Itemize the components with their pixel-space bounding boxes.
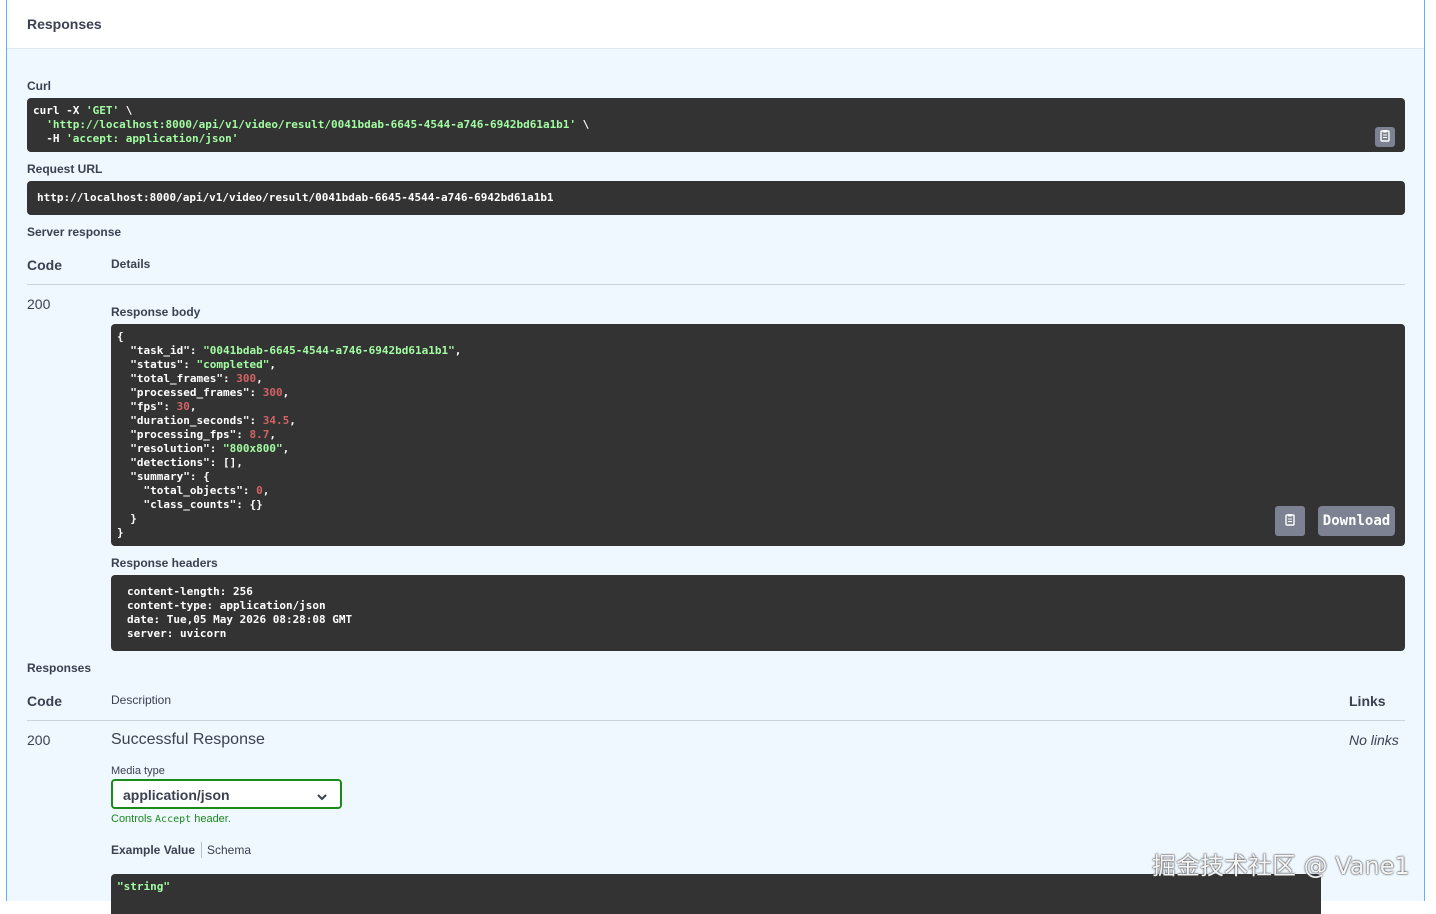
divider — [27, 284, 1405, 285]
request-url-block: http://localhost:8000/api/v1/video/resul… — [27, 181, 1405, 215]
response-body-line: "resolution": "800x800", — [117, 442, 290, 455]
responses-panel: Responses Curl curl -X 'GET' \ 'http://l… — [6, 0, 1425, 914]
response-body-line: "processed_frames": 300, — [117, 386, 290, 399]
response-description: Successful Response — [111, 731, 265, 748]
response-header-line: content-type: application/json — [127, 599, 326, 612]
response-body-line: "status": "completed", — [117, 358, 276, 371]
server-col-code: Code — [27, 257, 62, 273]
responses-col-code: Code — [27, 693, 62, 709]
server-col-details: Details — [111, 257, 151, 271]
curl-code-block[interactable]: curl -X 'GET' \ 'http://localhost:8000/a… — [27, 98, 1405, 152]
response-body-line: } — [117, 512, 137, 525]
response-body-line: "class_counts": {} — [117, 498, 263, 511]
curl-line: -H 'accept: application/json' — [33, 132, 239, 145]
server-response-code: 200 — [27, 296, 51, 312]
watermark: 掘金技术社区 @ Vane1 — [1152, 852, 1410, 880]
response-body-line: "summary": { — [117, 470, 210, 483]
responses-header: Responses — [7, 0, 1424, 49]
response-headers-label: Response headers — [111, 556, 218, 570]
response-body-line: "duration_seconds": 34.5, — [117, 414, 296, 427]
clipboard-icon — [1283, 513, 1297, 530]
response-body-line: } — [117, 526, 124, 539]
curl-line: curl -X 'GET' \ — [33, 104, 133, 117]
responses-label: Responses — [27, 661, 92, 675]
curl-label: Curl — [27, 79, 51, 93]
response-body-line: "total_objects": 0, — [117, 484, 270, 497]
responses-title: Responses — [27, 16, 102, 32]
copy-curl-button[interactable] — [1375, 127, 1395, 147]
response-body-line: "task_id": "0041bdab-6645-4544-a746-6942… — [117, 344, 462, 357]
response-body-line: "fps": 30, — [117, 400, 197, 413]
response-headers-block: content-length: 256 content-type: applica… — [111, 575, 1405, 651]
server-response-label: Server response — [27, 225, 122, 239]
clipboard-icon — [1378, 129, 1392, 146]
example-value: "string" — [117, 880, 170, 893]
media-type-label: Media type — [111, 765, 165, 777]
curl-line: 'http://localhost:8000/api/v1/video/resu… — [46, 118, 590, 131]
responses-col-description: Description — [111, 693, 172, 707]
request-url-label: Request URL — [27, 162, 103, 176]
response-body-line: "processing_fps": 8.7, — [117, 428, 276, 441]
copy-response-button[interactable] — [1275, 506, 1305, 536]
response-code: 200 — [27, 732, 51, 748]
response-header-line: content-length: 256 — [127, 585, 253, 598]
response-header-line: date: Tue,05 May 2026 08:28:08 GMT — [127, 613, 353, 626]
tab-divider — [201, 842, 202, 858]
response-headers-lines: content-length: 256 content-type: applica… — [127, 585, 1389, 641]
curl-lines: curl -X 'GET' \ 'http://localhost:8000/a… — [33, 104, 1399, 146]
media-type-value: application/json — [123, 787, 230, 803]
divider — [27, 720, 1405, 721]
responses-col-links: Links — [1349, 693, 1386, 709]
example-value-block: "string" — [111, 874, 1321, 914]
response-body-label: Response body — [111, 305, 201, 319]
chevron-down-icon — [316, 789, 328, 805]
response-body-line: { — [117, 330, 124, 343]
response-body-line: "detections": [], — [117, 456, 243, 469]
response-body-block[interactable]: { "task_id": "0041bdab-6645-4544-a746-69… — [111, 324, 1405, 546]
download-button[interactable]: Download — [1318, 506, 1395, 536]
response-body-line: "total_frames": 300, — [117, 372, 263, 385]
controls-accept-note: Controls Accept header. — [111, 813, 231, 825]
media-type-select[interactable]: application/json — [111, 779, 342, 809]
request-url-value: http://localhost:8000/api/v1/video/resul… — [37, 191, 554, 204]
tab-example-value[interactable]: Example Value — [111, 843, 195, 857]
tab-schema[interactable]: Schema — [207, 843, 251, 857]
response-header-line: server: uvicorn — [127, 627, 227, 640]
response-links: No links — [1349, 732, 1399, 748]
response-body-lines: { "task_id": "0041bdab-6645-4544-a746-69… — [117, 330, 1399, 540]
